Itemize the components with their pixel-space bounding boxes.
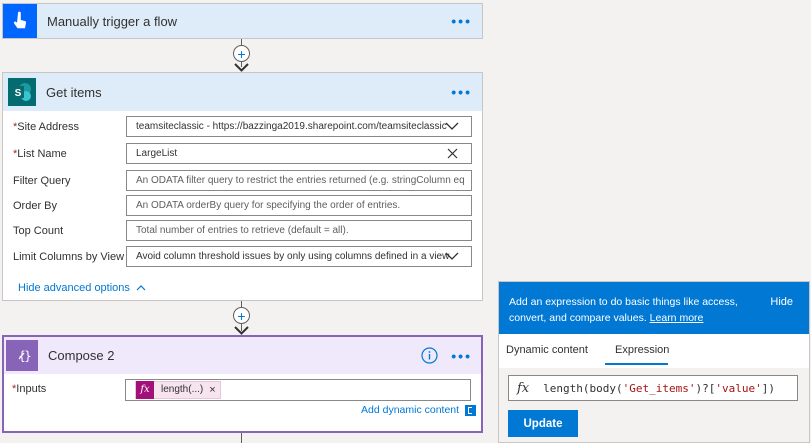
trigger-card[interactable]: Manually trigger a flow ••• [2, 3, 483, 39]
site-address-value: teamsiteclassic - https://bazzinga2019.s… [136, 121, 447, 132]
inputs-row: *Inputs fx length(...) × [4, 378, 481, 401]
list-name-row: *List Name LargeList [3, 143, 482, 164]
get-items-card-header[interactable]: S Get items ••• [3, 73, 482, 111]
top-count-row: Top Count Total number of entries to ret… [3, 220, 482, 241]
sharepoint-icon-tile: S [8, 78, 36, 106]
limit-columns-value: Avoid column threshold issues by only us… [136, 251, 450, 262]
compose-card-header[interactable]: { } Compose 2 ••• [4, 337, 481, 374]
limit-columns-row: Limit Columns by View Avoid column thres… [3, 246, 482, 267]
token-remove-icon[interactable]: × [209, 384, 215, 396]
filter-query-row: Filter Query An ODATA filter query to re… [3, 170, 482, 191]
limit-columns-dropdown[interactable]: Avoid column threshold issues by only us… [126, 246, 472, 267]
site-address-row: *Site Address teamsiteclassic - https://… [3, 116, 482, 137]
list-name-value: LargeList [136, 148, 178, 159]
arrow-down-icon [234, 63, 249, 72]
insert-step-plus-icon[interactable]: + [233, 45, 250, 62]
tab-expression[interactable]: Expression [615, 344, 669, 356]
hand-pointer-icon [13, 11, 27, 29]
filter-query-label: Filter Query [13, 174, 71, 187]
chevron-down-icon[interactable] [445, 252, 459, 261]
svg-text:S: S [15, 88, 22, 99]
expression-panel: Add an expression to do basic things lik… [498, 281, 810, 443]
fx-icon: fx [517, 380, 530, 396]
arrow-down-icon [234, 326, 249, 335]
clear-icon[interactable] [447, 148, 458, 159]
active-tab-indicator [605, 363, 668, 365]
inputs-label: *Inputs [12, 383, 47, 395]
expression-panel-header: Add an expression to do basic things lik… [499, 282, 809, 334]
expression-text: length(body('Get_items')?['value']) [543, 381, 775, 395]
svg-text:}: } [24, 349, 31, 363]
order-by-row: Order By An ODATA orderBy query for spec… [3, 195, 482, 216]
connector-line [241, 433, 242, 443]
top-count-input[interactable]: Total number of entries to retrieve (def… [126, 220, 472, 241]
hide-panel-button[interactable]: Hide [770, 296, 793, 308]
list-name-dropdown[interactable]: LargeList [126, 143, 472, 164]
trigger-icon-tile [3, 4, 37, 38]
curly-braces-icon: { } [18, 349, 31, 363]
chevron-down-icon[interactable] [445, 122, 459, 131]
site-address-label: *Site Address [13, 120, 80, 133]
panel-tab-bar: Dynamic content Expression [499, 334, 809, 368]
expression-panel-description: Add an expression to do basic things lik… [509, 296, 738, 324]
get-items-more-options-icon[interactable]: ••• [451, 84, 472, 100]
chevron-up-icon [136, 285, 146, 291]
insert-step-plus-icon[interactable]: + [233, 307, 250, 324]
trigger-more-options-icon[interactable]: ••• [451, 13, 472, 29]
token-label: length(...) [161, 384, 204, 395]
trigger-title: Manually trigger a flow [47, 13, 178, 29]
order-by-label: Order By [13, 199, 58, 212]
compose-card[interactable]: { } Compose 2 ••• *Inputs fx length(...)… [2, 335, 483, 433]
trigger-card-header[interactable]: Manually trigger a flow ••• [3, 4, 482, 38]
get-items-card[interactable]: S Get items ••• *Site Address teamsitecl… [2, 72, 483, 301]
update-button[interactable]: Update [508, 410, 578, 437]
inputs-field[interactable]: fx length(...) × [125, 378, 471, 401]
filter-query-input[interactable]: An ODATA filter query to restrict the en… [126, 170, 472, 191]
compose-more-options-icon[interactable]: ••• [451, 348, 472, 364]
order-by-placeholder: An ODATA orderBy query for specifying th… [136, 200, 401, 211]
filter-query-placeholder: An ODATA filter query to restrict the en… [136, 175, 465, 186]
list-name-label: *List Name [13, 147, 67, 160]
compose-icon-tile: { } [6, 340, 38, 371]
site-address-dropdown[interactable]: teamsiteclassic - https://bazzinga2019.s… [126, 116, 472, 137]
expression-token[interactable]: fx length(...) × [135, 380, 221, 399]
get-items-title: Get items [46, 84, 102, 100]
expression-input[interactable]: fx length(body('Get_items')?['value']) [508, 375, 798, 401]
add-dynamic-content-link[interactable]: Add dynamic content [361, 404, 477, 416]
top-count-label: Top Count [13, 224, 64, 237]
sharepoint-icon: S [12, 83, 31, 101]
info-icon[interactable] [421, 347, 438, 364]
order-by-input[interactable]: An ODATA orderBy query for specifying th… [126, 195, 472, 216]
tab-dynamic-content[interactable]: Dynamic content [506, 344, 588, 356]
add-dynamic-content-icon [465, 404, 477, 416]
limit-columns-label: Limit Columns by View [13, 250, 125, 263]
learn-more-link[interactable]: Learn more [650, 312, 704, 324]
hide-advanced-options-link[interactable]: Hide advanced options [18, 282, 146, 294]
compose-title: Compose 2 [48, 348, 115, 363]
top-count-placeholder: Total number of entries to retrieve (def… [136, 225, 349, 236]
fx-token-icon: fx [136, 380, 154, 399]
